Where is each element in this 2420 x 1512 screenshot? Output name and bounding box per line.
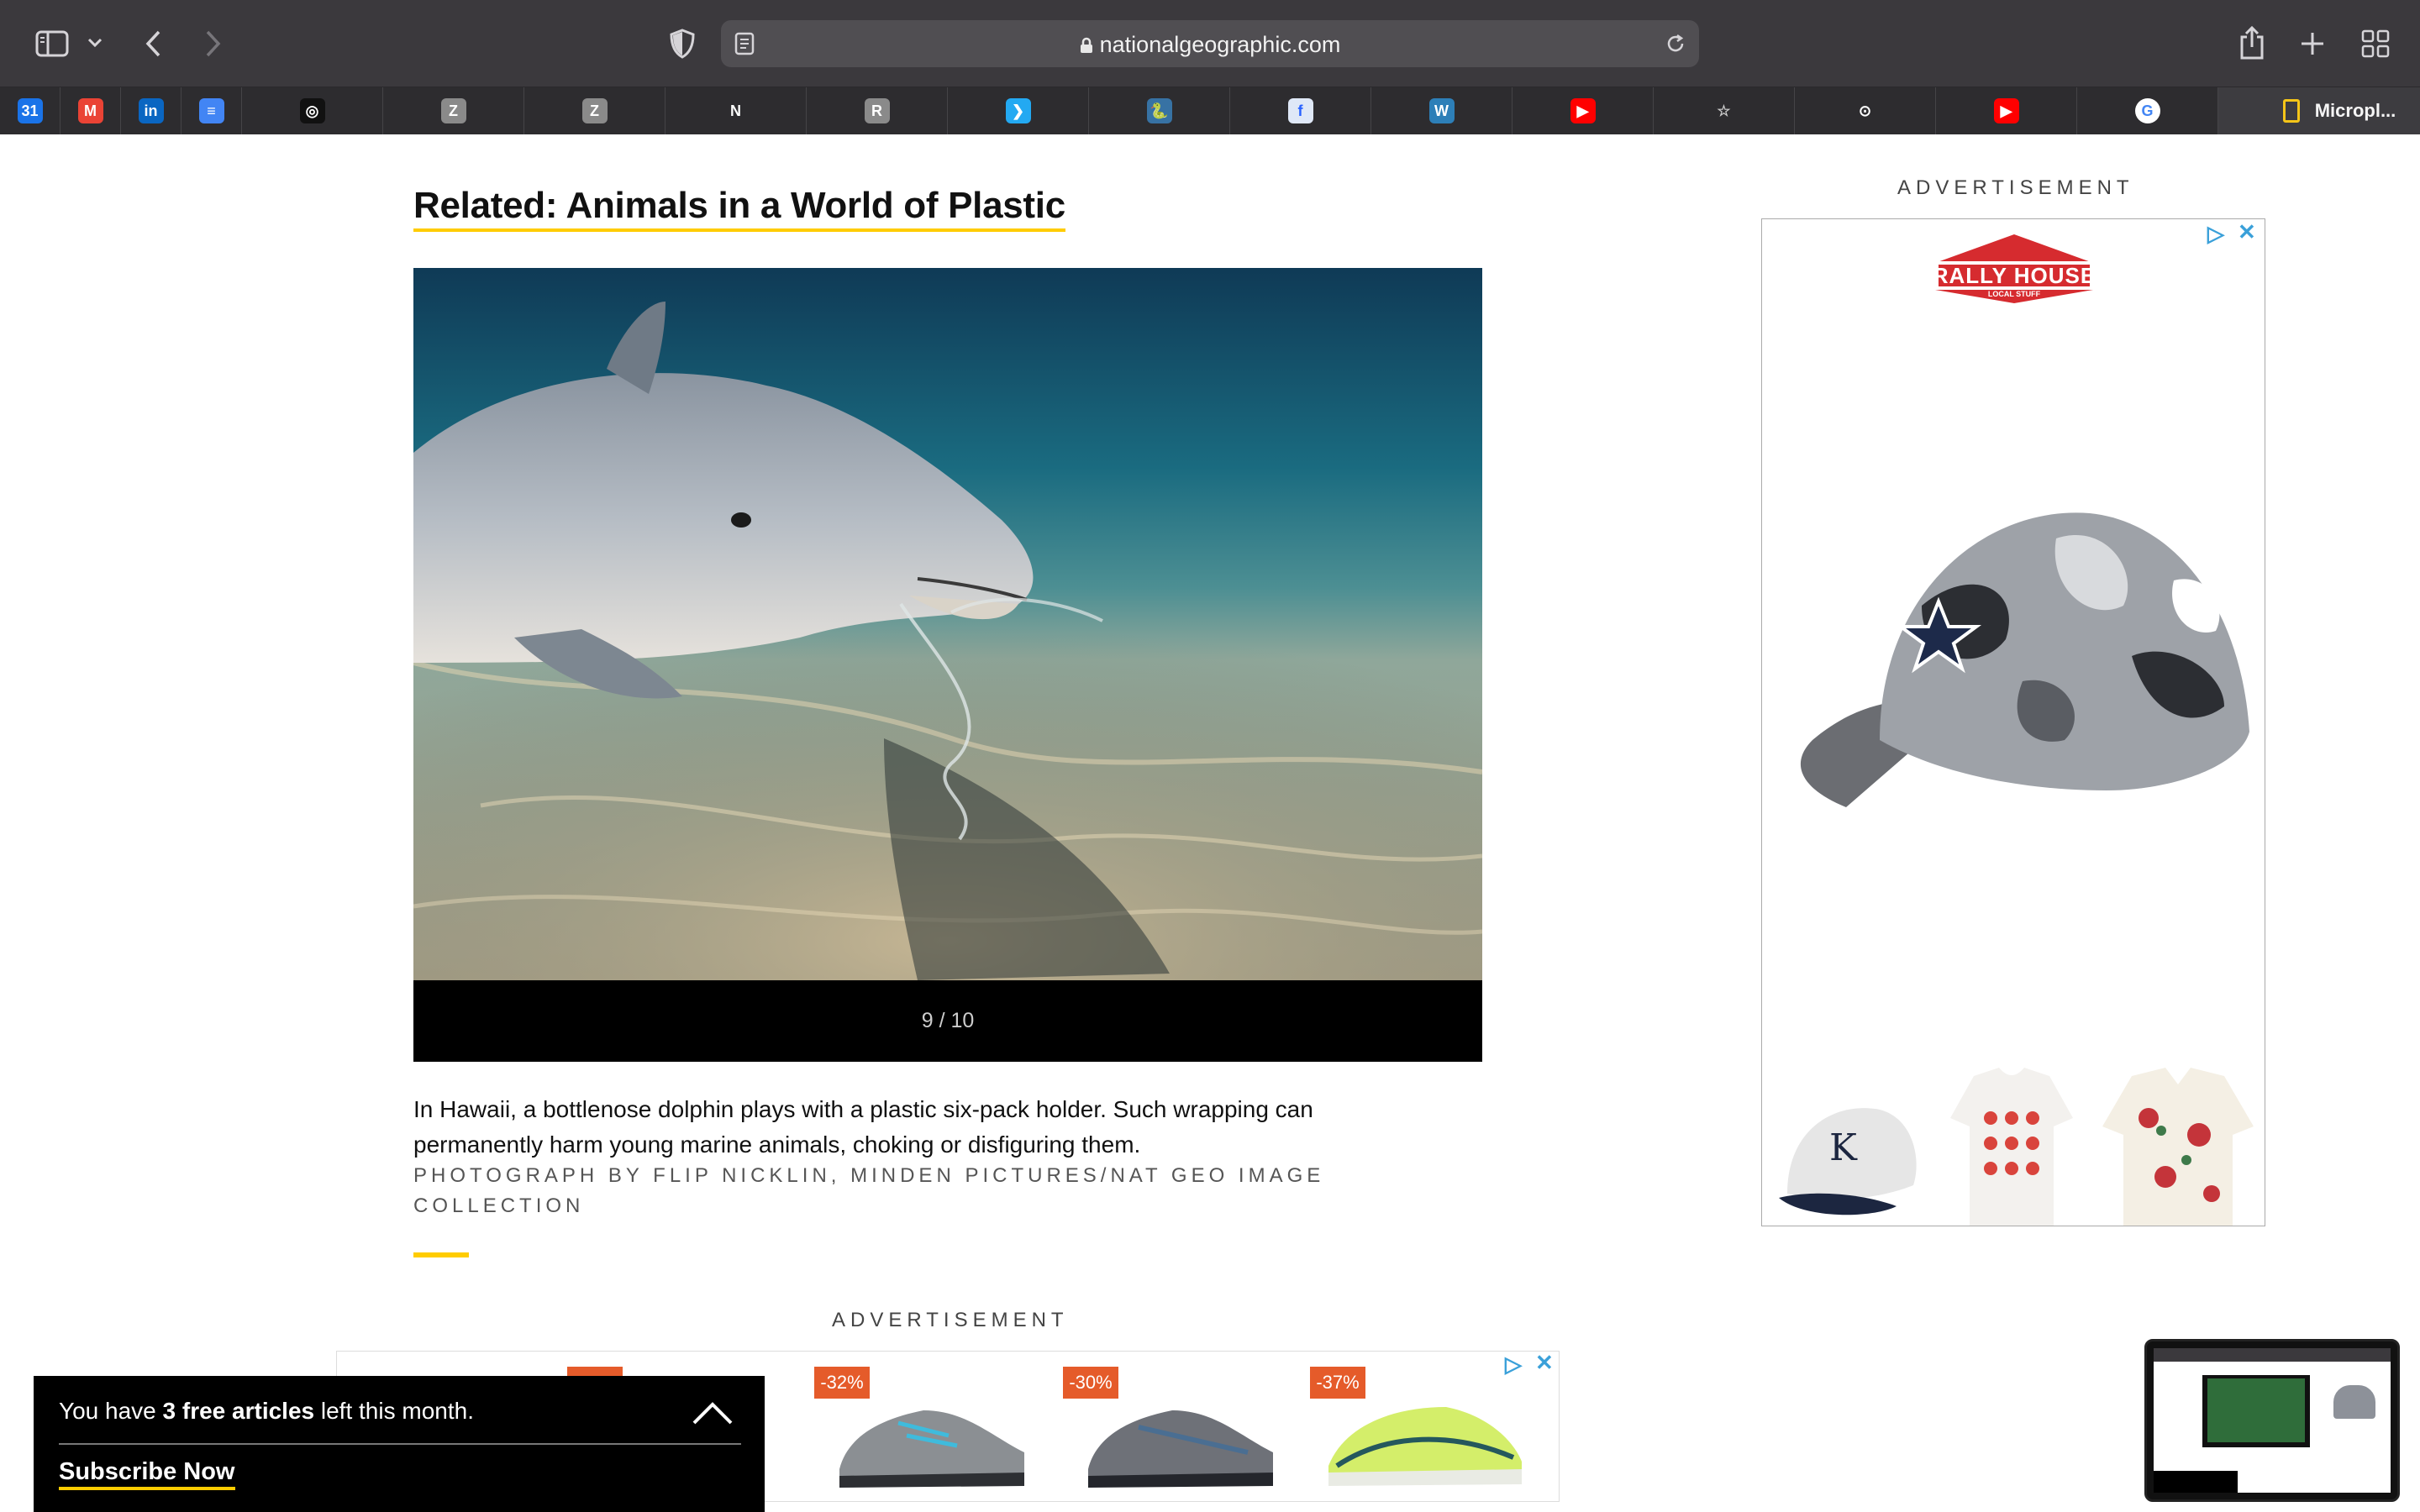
favorite-google-calendar[interactable]: 31 [0, 87, 60, 134]
chevron-left-icon [145, 30, 160, 57]
shoe-image[interactable] [1320, 1382, 1530, 1494]
grid-icon [2361, 29, 2390, 58]
photo-caption: In Hawaii, a bottlenose dolphin plays wi… [413, 1096, 1313, 1158]
notion-icon: N [730, 102, 741, 119]
tshirt-image[interactable] [1949, 1068, 2075, 1226]
favorite-zotero[interactable]: Z [524, 87, 666, 134]
adchoices-icon[interactable]: ▷ [2207, 221, 2224, 247]
free-articles-count: 3 free articles [162, 1398, 315, 1424]
collapse-paywall-button[interactable] [689, 1396, 736, 1430]
google-docs-icon: ≡ [198, 98, 224, 123]
sidebar-toggle-button[interactable] [34, 25, 71, 62]
google-icon: G [2134, 98, 2160, 123]
rally-house-name: RALLY HOUSE [1932, 263, 2096, 288]
favorite-star[interactable]: ☆ [1654, 87, 1795, 134]
favorite-google[interactable]: G [2077, 87, 2218, 134]
favorite-github[interactable]: ⊙ [1795, 87, 1936, 134]
new-tab-button[interactable] [2296, 25, 2329, 62]
paywall-divider [59, 1443, 741, 1445]
favorite-linkedin[interactable]: in [121, 87, 182, 134]
advertisement-label: ADVERTISEMENT [1897, 176, 2134, 199]
linkedin-icon: in [138, 98, 164, 123]
chevron-up-icon [692, 1402, 733, 1425]
python-icon: 🐍 [1146, 98, 1172, 123]
address-bar[interactable]: nationalgeographic.com [721, 20, 1699, 67]
rally-house-ad[interactable]: ▷ ✕ RALLY HOUSE LOCAL STUFF K [1761, 218, 2265, 1226]
kc-cap-image[interactable]: K [1770, 1093, 1922, 1219]
zotero-icon: Z [440, 98, 466, 123]
favorite-r-app[interactable]: R [807, 87, 948, 134]
dolphin-photo-image [413, 268, 1482, 980]
favorite-google-docs[interactable]: ≡ [182, 87, 242, 134]
gallery-photo-dolphin[interactable] [413, 268, 1482, 980]
plus-icon [2302, 33, 2323, 55]
sidebar-icon [35, 30, 69, 57]
url-text: nationalgeographic.com [721, 32, 1699, 58]
zotero-icon: Z [581, 98, 608, 123]
shield-icon [670, 29, 695, 59]
wordpress-icon: W [1428, 98, 1455, 123]
article-page: Related: Animals in a World of Plastic 9… [0, 134, 2420, 1512]
circle-app-icon: ◎ [299, 98, 325, 123]
favorite-vscode[interactable]: ❯ [948, 87, 1089, 134]
notes-icon [2282, 99, 2300, 123]
gallery-counter-bar: 9 / 10 [413, 980, 1482, 1062]
rally-house-tagline: LOCAL STUFF [1987, 290, 2041, 298]
r-app-icon: R [864, 98, 890, 123]
shoe-image[interactable] [1080, 1385, 1281, 1494]
adchoices-icon[interactable]: ▷ [1505, 1352, 1522, 1378]
favorite-youtube[interactable]: ▶ [1936, 87, 2077, 134]
favorite-python[interactable]: 🐍 [1089, 87, 1230, 134]
back-button[interactable] [138, 25, 168, 62]
advertisement-label: ADVERTISEMENT [832, 1309, 1069, 1331]
github-icon: ⊙ [1858, 102, 1872, 119]
star-icon: ☆ [1717, 102, 1731, 119]
close-ad-icon[interactable]: ✕ [1535, 1352, 1554, 1376]
chevron-right-icon [206, 30, 221, 57]
svg-text:K: K [1829, 1126, 1858, 1169]
url-domain: nationalgeographic.com [1099, 32, 1341, 57]
lock-icon [1080, 37, 1092, 53]
favorite-info-app[interactable]: f [1230, 87, 1371, 134]
free-articles-message: You have 3 free articles left this month… [59, 1398, 474, 1425]
photo-credit: PHOTOGRAPH BY FLIP NICKLIN, MINDEN PICTU… [413, 1164, 1325, 1217]
rally-house-logo[interactable]: RALLY HOUSE LOCAL STUFF [1927, 231, 2102, 307]
share-icon [2240, 25, 2264, 60]
favorite-notion[interactable]: N [666, 87, 807, 134]
favorites-bar: 31 Min ≡ ◎ Z Z N R ❯ 🐍 f W ▶ ☆ ⊙ ▶ G Micropl... [0, 87, 2420, 134]
favorite-wordpress[interactable]: W [1371, 87, 1512, 134]
camo-cap-image[interactable] [1770, 488, 2258, 858]
favorite-gmail[interactable]: M [60, 87, 121, 134]
favorite-circle-app[interactable]: ◎ [242, 87, 383, 134]
paywall-banner: You have 3 free articles left this month… [34, 1376, 765, 1512]
chevron-down-icon[interactable] [84, 32, 106, 54]
youtube-icon: ▶ [1993, 98, 2019, 123]
active-tab-label: Micropl... [2314, 100, 2396, 121]
vscode-icon: ❯ [1005, 98, 1031, 123]
thumbnail-preview [2154, 1348, 2391, 1493]
gallery-counter: 9 / 10 [921, 1009, 975, 1032]
floral-shirt-image[interactable] [2098, 1068, 2258, 1226]
close-ad-icon[interactable]: ✕ [2238, 219, 2256, 245]
browser-toolbar: nationalgeographic.com [0, 0, 2420, 87]
gmail-icon: M [77, 98, 103, 123]
favorite-youtube[interactable]: ▶ [1512, 87, 1654, 134]
shoe-image[interactable] [831, 1385, 1033, 1494]
section-divider [413, 1252, 469, 1257]
screenshot-thumbnail[interactable] [2144, 1339, 2400, 1502]
reload-icon[interactable] [1664, 32, 1687, 55]
free-articles-suffix: left this month. [314, 1398, 474, 1424]
related-gallery-title[interactable]: Related: Animals in a World of Plastic [413, 185, 1065, 232]
tab-overview-button[interactable] [2358, 25, 2393, 62]
free-articles-prefix: You have [59, 1398, 163, 1424]
google-calendar-icon: 31 [17, 98, 43, 123]
youtube-icon: ▶ [1570, 98, 1596, 123]
subscribe-now-link[interactable]: Subscribe Now [59, 1458, 235, 1490]
share-button[interactable] [2233, 22, 2270, 64]
active-tab-micropl[interactable]: Micropl... [2218, 87, 2420, 134]
favorite-zotero[interactable]: Z [383, 87, 524, 134]
forward-button[interactable] [198, 25, 229, 62]
info-app-icon: f [1287, 98, 1313, 123]
privacy-shield-button[interactable] [664, 25, 701, 62]
